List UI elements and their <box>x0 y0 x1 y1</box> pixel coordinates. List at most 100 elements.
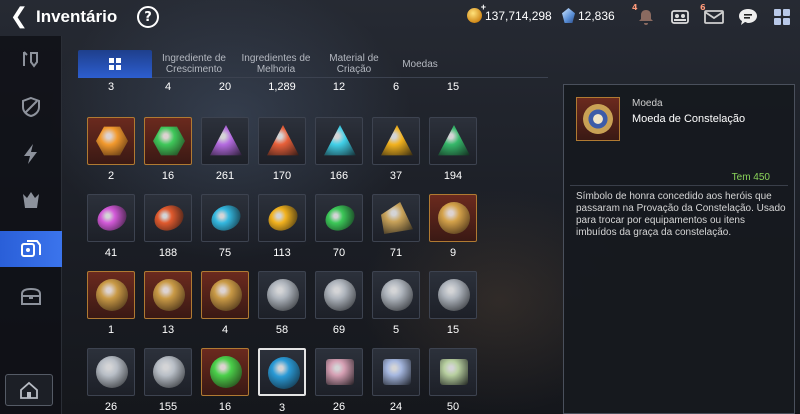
item-owned-count: Tem 450 <box>731 172 770 183</box>
category-sidebar <box>0 36 62 414</box>
item-count: 4 <box>221 324 229 336</box>
inventory-item[interactable]: 50 <box>429 348 477 413</box>
item-name: Moeda de Constelação <box>632 113 746 125</box>
item-icon <box>324 125 356 156</box>
item-icon <box>438 202 470 234</box>
item-icon <box>207 200 245 236</box>
inventory-item[interactable]: 2 <box>87 117 135 182</box>
item-category: Moeda <box>632 98 663 109</box>
sidebar-item-monster[interactable] <box>0 183 62 219</box>
notification-badge: 4 <box>632 3 638 12</box>
inventory-item[interactable]: 75 <box>201 194 249 259</box>
inventory-item[interactable]: 188 <box>144 194 192 259</box>
item-grid: 3 4 20 1,289 12 6 15 2 16 261 170 166 37 194 41 188 75 11… <box>78 79 548 414</box>
inventory-item[interactable]: 16 <box>201 348 249 413</box>
crystal-icon <box>562 8 575 23</box>
inventory-item[interactable]: 69 <box>315 271 363 336</box>
inventory-item[interactable]: 194 <box>429 117 477 182</box>
item-thumbnail <box>576 97 620 141</box>
inventory-item[interactable]: 5 <box>372 271 420 336</box>
sidebar-item-chest[interactable] <box>0 279 62 315</box>
inventory-item[interactable]: 15 <box>429 271 477 336</box>
inventory-item[interactable]: 113 <box>258 194 306 259</box>
item-count: 4 <box>164 81 172 93</box>
shield-icon <box>22 96 40 118</box>
item-icon <box>96 126 128 156</box>
item-icon <box>210 125 242 156</box>
sidebar-item-catalyst[interactable] <box>0 136 62 172</box>
item-count: 75 <box>218 247 232 259</box>
inventory-item[interactable]: 261 <box>201 117 249 182</box>
item-count: 6 <box>392 81 400 93</box>
sidebar-item-equipment[interactable] <box>0 42 62 78</box>
back-arrow-icon[interactable]: ❮ <box>6 4 32 30</box>
inventory-item[interactable]: 41 <box>87 194 135 259</box>
inventory-item[interactable]: 58 <box>258 271 306 336</box>
inventory-item[interactable]: 24 <box>372 348 420 413</box>
gold-currency[interactable]: 137,714,298 <box>467 2 552 23</box>
item-count: 1,289 <box>268 81 296 93</box>
menu-grid-icon[interactable] <box>770 5 794 29</box>
item-count: 2 <box>107 170 115 182</box>
item-count: 170 <box>272 170 292 182</box>
item-icon <box>96 279 128 311</box>
tab-enhancement-ingredients[interactable]: Ingredientes de Melhoria <box>236 50 316 78</box>
gold-amount: 137,714,298 <box>485 8 552 23</box>
item-count: 50 <box>446 401 460 413</box>
tab-growth-ingredient[interactable]: Ingrediente de Crescimento <box>154 50 234 78</box>
inventory-item[interactable]: 26 <box>315 348 363 413</box>
storage-button[interactable] <box>5 374 53 406</box>
tab-crafting-material[interactable]: Material de Criação <box>318 50 390 78</box>
inventory-item[interactable]: 9 <box>429 194 477 259</box>
inventory-item[interactable]: 71 <box>372 194 420 259</box>
inventory-item[interactable]: 3 <box>258 348 306 414</box>
crystal-currency[interactable]: 12,836 <box>562 8 615 23</box>
bell-icon[interactable]: 4 <box>632 3 658 29</box>
tab-all[interactable] <box>78 50 152 78</box>
item-count: 70 <box>332 247 346 259</box>
item-description: Símbolo de honra concedido aos heróis qu… <box>576 191 786 238</box>
help-button[interactable]: ? <box>137 6 159 28</box>
item-count: 5 <box>392 324 400 336</box>
inventory-item[interactable]: 16 <box>144 117 192 182</box>
item-count: 37 <box>389 170 403 182</box>
item-detail-panel: Moeda Moeda de Constelação Tem 450 Símbo… <box>563 84 795 414</box>
sidebar-item-materials[interactable] <box>0 231 62 267</box>
item-count: 3 <box>278 402 286 414</box>
inventory-item[interactable]: 4 <box>201 271 249 336</box>
item-icon <box>267 279 299 311</box>
inventory-item[interactable]: 155 <box>144 348 192 413</box>
team-icon[interactable] <box>668 5 692 29</box>
item-count: 9 <box>449 247 457 259</box>
item-icon <box>383 359 411 385</box>
item-count: 15 <box>446 81 460 93</box>
constellation-coin-icon <box>583 104 613 134</box>
item-count: 166 <box>329 170 349 182</box>
sidebar-item-artifact[interactable] <box>0 89 62 125</box>
inventory-item[interactable]: 166 <box>315 117 363 182</box>
inventory-item[interactable]: 170 <box>258 117 306 182</box>
chest-icon <box>21 287 41 305</box>
mail-badge: 6 <box>700 3 706 12</box>
inventory-item[interactable]: 26 <box>87 348 135 413</box>
item-icon <box>438 125 470 156</box>
inventory-item[interactable]: 1 <box>87 271 135 336</box>
house-icon <box>20 381 38 399</box>
item-icon <box>381 279 413 311</box>
item-count: 41 <box>104 247 118 259</box>
item-icon <box>324 279 356 311</box>
inventory-item[interactable]: 70 <box>315 194 363 259</box>
item-count: 26 <box>332 401 346 413</box>
item-count: 24 <box>389 401 403 413</box>
item-icon <box>264 200 302 236</box>
item-icon <box>321 200 359 236</box>
tab-currencies[interactable]: Moedas <box>390 50 450 78</box>
inventory-item[interactable]: 13 <box>144 271 192 336</box>
item-count: 26 <box>104 401 118 413</box>
inventory-item[interactable]: 37 <box>372 117 420 182</box>
inventory-tabs: Ingrediente de Crescimento Ingredientes … <box>78 50 548 78</box>
chat-icon[interactable] <box>736 5 760 29</box>
mail-icon[interactable]: 6 <box>700 3 726 29</box>
monster-icon <box>23 192 39 208</box>
item-icon <box>440 359 468 385</box>
